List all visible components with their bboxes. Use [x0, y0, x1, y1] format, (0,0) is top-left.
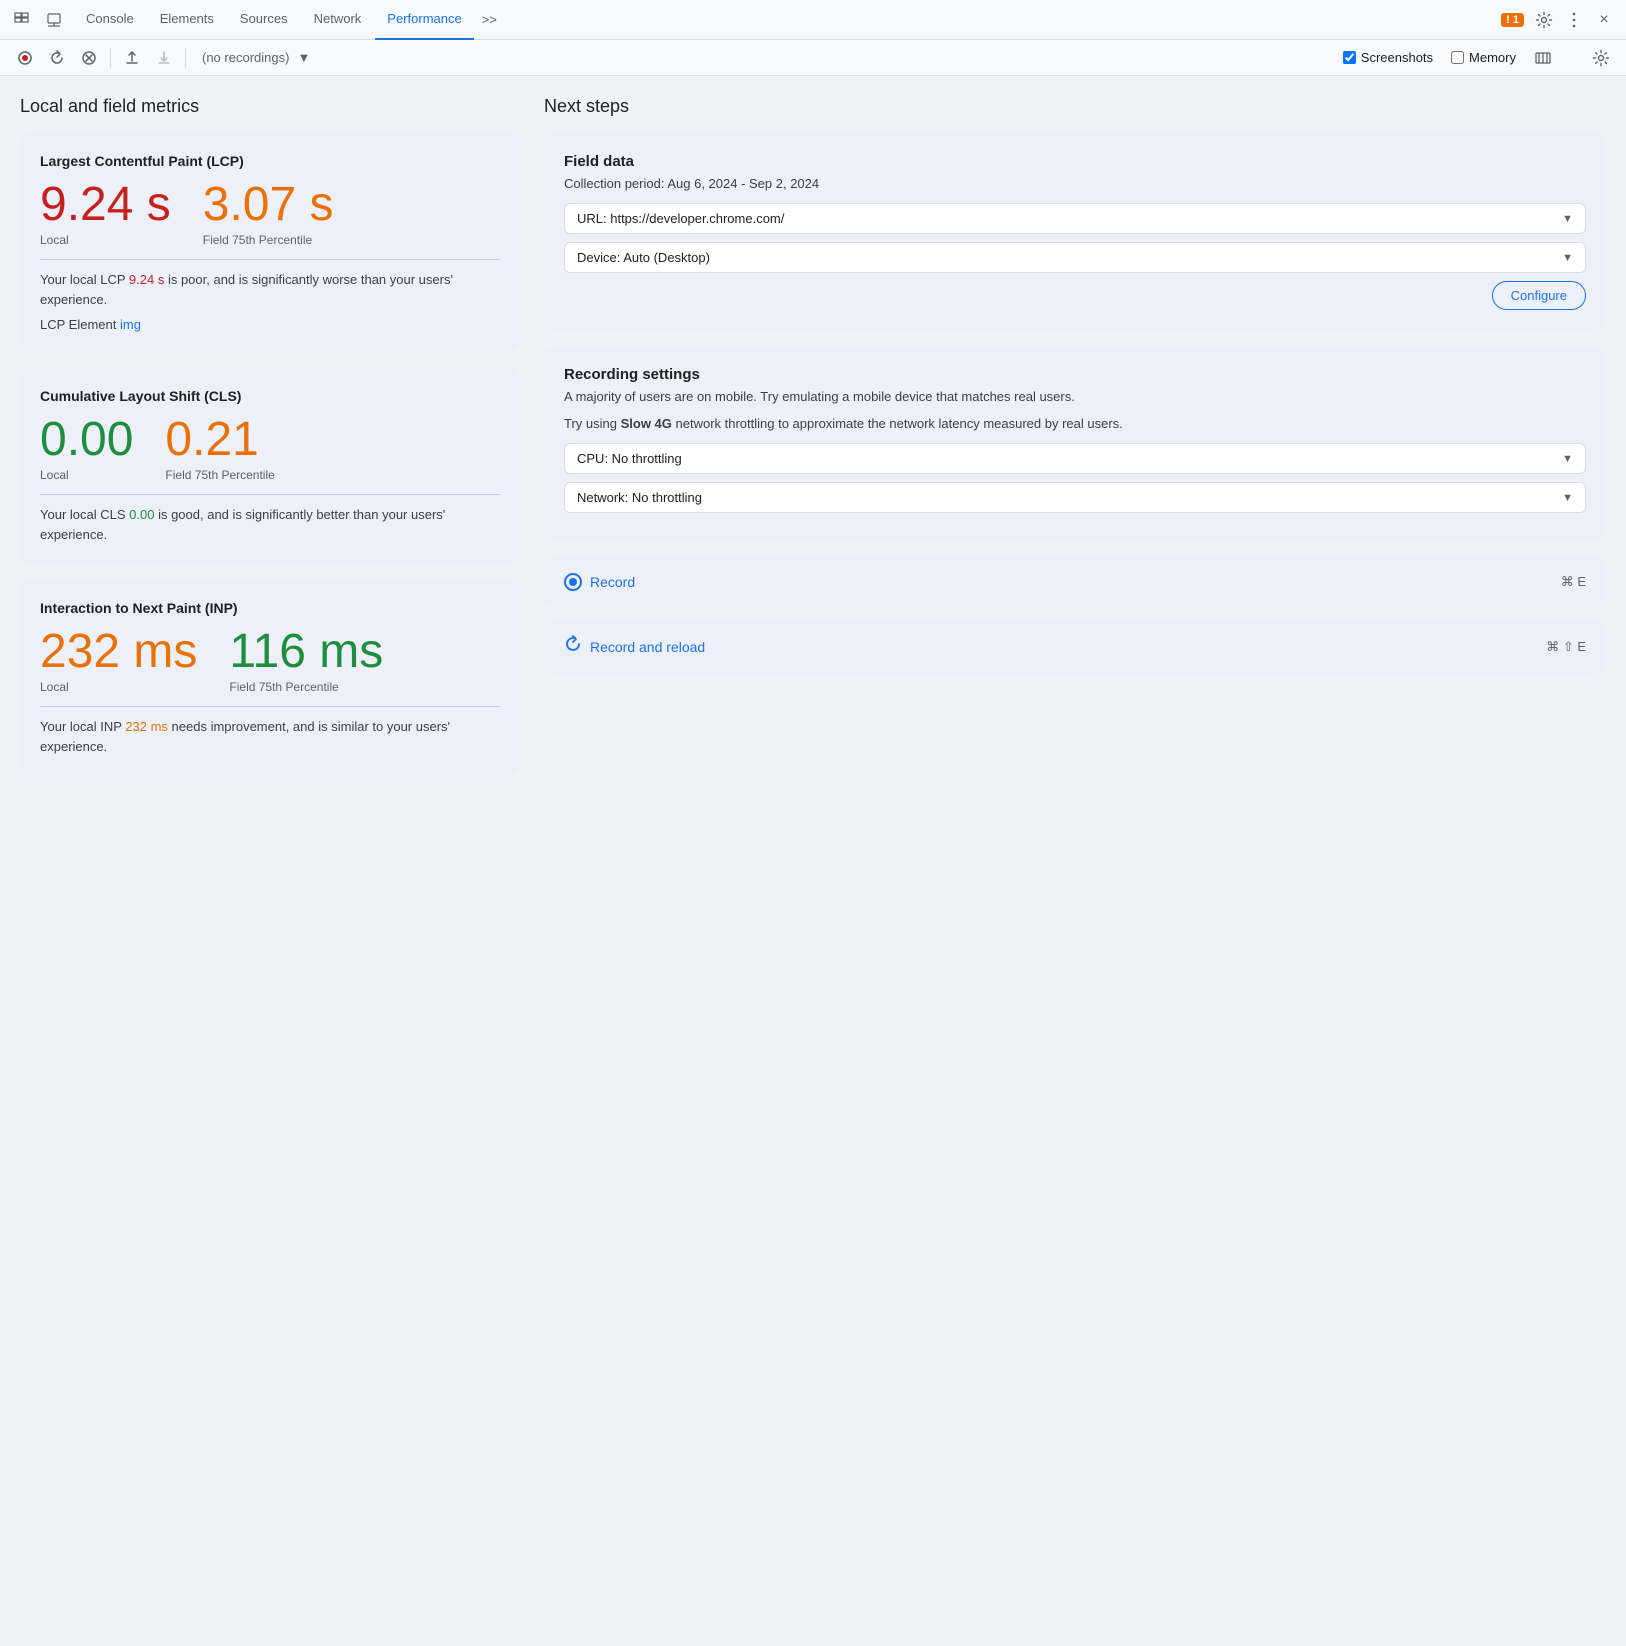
cls-local-value: 0.00: [40, 416, 133, 464]
cpu-throttle-dropdown[interactable]: CPU: No throttling ▼: [564, 443, 1586, 474]
lcp-local-group: 9.24 s Local: [40, 181, 171, 247]
screenshots-checkbox-label[interactable]: Screenshots: [1343, 50, 1433, 65]
reload-icon: [564, 635, 582, 658]
tab-network[interactable]: Network: [302, 0, 374, 40]
configure-btn-container: Configure: [564, 281, 1586, 310]
lcp-local-label: Local: [40, 233, 171, 247]
screenshots-checkbox[interactable]: [1343, 51, 1356, 64]
record-reload-action-card[interactable]: Record and reload ⌘ ⇧ E: [544, 619, 1606, 674]
inp-field-value: 116 ms: [229, 628, 383, 676]
lcp-field-value: 3.07 s: [203, 181, 334, 229]
network-conditions-icon[interactable]: [1530, 45, 1556, 71]
devtools-logo-group: [8, 6, 68, 34]
recording-settings-desc1: A majority of users are on mobile. Try e…: [564, 389, 1586, 404]
memory-checkbox-label[interactable]: Memory: [1451, 50, 1516, 65]
inp-field-label: Field 75th Percentile: [229, 680, 383, 694]
record-reload-shortcut: ⌘ ⇧ E: [1546, 639, 1586, 655]
cursor-icon[interactable]: [8, 6, 36, 34]
more-tabs-button[interactable]: >>: [476, 0, 503, 40]
main-content: Local and field metrics Largest Contentf…: [0, 76, 1626, 1646]
device-dropdown-arrow: ▼: [1562, 252, 1573, 264]
recording-settings-desc2: Try using Slow 4G network throttling to …: [564, 416, 1586, 431]
notification-badge[interactable]: ! 1: [1501, 13, 1524, 27]
field-data-title: Field data: [564, 153, 1586, 170]
lcp-values: 9.24 s Local 3.07 s Field 75th Percentil…: [40, 181, 500, 247]
record-reload-action-label: Record and reload: [564, 635, 705, 658]
more-options-icon[interactable]: [1560, 6, 1588, 34]
cls-title: Cumulative Layout Shift (CLS): [40, 388, 500, 404]
record-circle-inner: [569, 578, 577, 586]
lcp-description: Your local LCP 9.24 s is poor, and is si…: [40, 270, 500, 309]
recordings-dropdown[interactable]: (no recordings) ▼: [194, 47, 318, 68]
record-circle-icon: [564, 573, 582, 591]
tab-console[interactable]: Console: [74, 0, 146, 40]
tab-performance[interactable]: Performance: [375, 0, 473, 40]
url-dropdown[interactable]: URL: https://developer.chrome.com/ ▼: [564, 203, 1586, 234]
devtools-toolbar: Console Elements Sources Network Perform…: [0, 0, 1626, 40]
record-shortcut: ⌘ E: [1561, 574, 1586, 590]
inspect-icon[interactable]: [40, 6, 68, 34]
inp-description: Your local INP 232 ms needs improvement,…: [40, 717, 500, 756]
toolbar-separator-2: [185, 48, 186, 68]
lcp-field-label: Field 75th Percentile: [203, 233, 334, 247]
lcp-divider: [40, 259, 500, 260]
field-data-subtitle: Collection period: Aug 6, 2024 - Sep 2, …: [564, 176, 1586, 191]
memory-checkbox[interactable]: [1451, 51, 1464, 64]
next-steps-title: Next steps: [544, 96, 1606, 117]
settings-icon[interactable]: [1530, 6, 1558, 34]
lcp-field-group: 3.07 s Field 75th Percentile: [203, 181, 334, 247]
toolbar-separator-1: [110, 48, 111, 68]
tab-sources[interactable]: Sources: [228, 0, 300, 40]
cls-local-group: 0.00 Local: [40, 416, 133, 482]
recording-settings-card: Recording settings A majority of users a…: [544, 346, 1606, 541]
inp-local-value: 232 ms: [40, 628, 197, 676]
field-data-card: Field data Collection period: Aug 6, 202…: [544, 133, 1606, 330]
lcp-element-tag[interactable]: img: [120, 317, 141, 332]
inp-title: Interaction to Next Paint (INP): [40, 600, 500, 616]
recording-settings-title: Recording settings: [564, 366, 1586, 383]
configure-button[interactable]: Configure: [1492, 281, 1586, 310]
cls-field-label: Field 75th Percentile: [165, 468, 274, 482]
inp-divider: [40, 706, 500, 707]
url-dropdown-arrow: ▼: [1562, 213, 1573, 225]
tab-elements[interactable]: Elements: [148, 0, 226, 40]
cls-divider: [40, 494, 500, 495]
lcp-card: Largest Contentful Paint (LCP) 9.24 s Lo…: [20, 133, 520, 352]
inp-values: 232 ms Local 116 ms Field 75th Percentil…: [40, 628, 500, 694]
close-icon[interactable]: ×: [1590, 6, 1618, 34]
cls-card: Cumulative Layout Shift (CLS) 0.00 Local…: [20, 368, 520, 564]
cls-field-group: 0.21 Field 75th Percentile: [165, 416, 274, 482]
record-start-button[interactable]: [12, 45, 38, 71]
inp-local-group: 232 ms Local: [40, 628, 197, 694]
cpu-dropdown-arrow: ▼: [1562, 453, 1573, 465]
left-panel: Local and field metrics Largest Contentf…: [20, 96, 540, 1626]
device-dropdown[interactable]: Device: Auto (Desktop) ▼: [564, 242, 1586, 273]
network-throttle-dropdown[interactable]: Network: No throttling ▼: [564, 482, 1586, 513]
upload-button[interactable]: [119, 45, 145, 71]
reload-button[interactable]: [44, 45, 70, 71]
inp-local-label: Local: [40, 680, 197, 694]
download-button[interactable]: [151, 45, 177, 71]
cls-field-value: 0.21: [165, 416, 274, 464]
recording-toolbar: (no recordings) ▼ Screenshots Memory: [0, 40, 1626, 76]
cls-local-label: Local: [40, 468, 133, 482]
left-panel-title: Local and field metrics: [20, 96, 520, 117]
lcp-element: LCP Element img: [40, 317, 500, 332]
record-action-card[interactable]: Record ⌘ E: [544, 557, 1606, 607]
inp-card: Interaction to Next Paint (INP) 232 ms L…: [20, 580, 520, 776]
record-action-label: Record: [564, 573, 635, 591]
performance-settings-icon[interactable]: [1588, 45, 1614, 71]
network-dropdown-arrow: ▼: [1562, 492, 1573, 504]
cls-description: Your local CLS 0.00 is good, and is sign…: [40, 505, 500, 544]
clear-button[interactable]: [76, 45, 102, 71]
lcp-title: Largest Contentful Paint (LCP): [40, 153, 500, 169]
lcp-local-value: 9.24 s: [40, 181, 171, 229]
right-panel: Next steps Field data Collection period:…: [540, 96, 1606, 1626]
cls-values: 0.00 Local 0.21 Field 75th Percentile: [40, 416, 500, 482]
inp-field-group: 116 ms Field 75th Percentile: [229, 628, 383, 694]
